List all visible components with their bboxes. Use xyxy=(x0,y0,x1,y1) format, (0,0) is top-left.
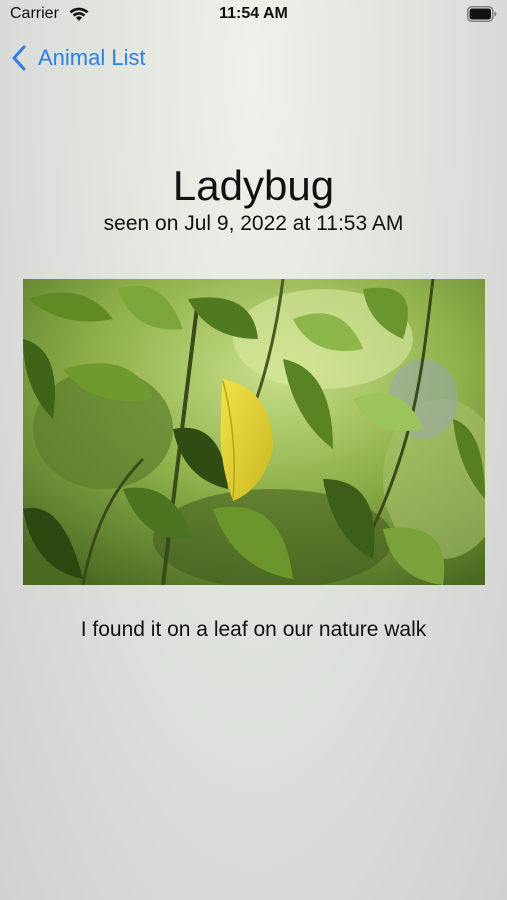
animal-photo xyxy=(23,279,485,585)
battery-icon xyxy=(467,6,497,22)
animal-description: I found it on a leaf on our nature walk xyxy=(80,618,427,641)
back-button-label: Animal List xyxy=(38,45,146,70)
seen-date-label: seen on Jul 9, 2022 at 11:53 AM xyxy=(103,212,404,235)
back-button[interactable]: Animal List xyxy=(10,42,146,74)
status-bar: Carrier 11:54 AM xyxy=(0,0,507,30)
animal-name-title: Ladybug xyxy=(172,162,335,209)
clock: 11:54 AM xyxy=(219,5,288,22)
chevron-left-icon xyxy=(12,45,26,71)
